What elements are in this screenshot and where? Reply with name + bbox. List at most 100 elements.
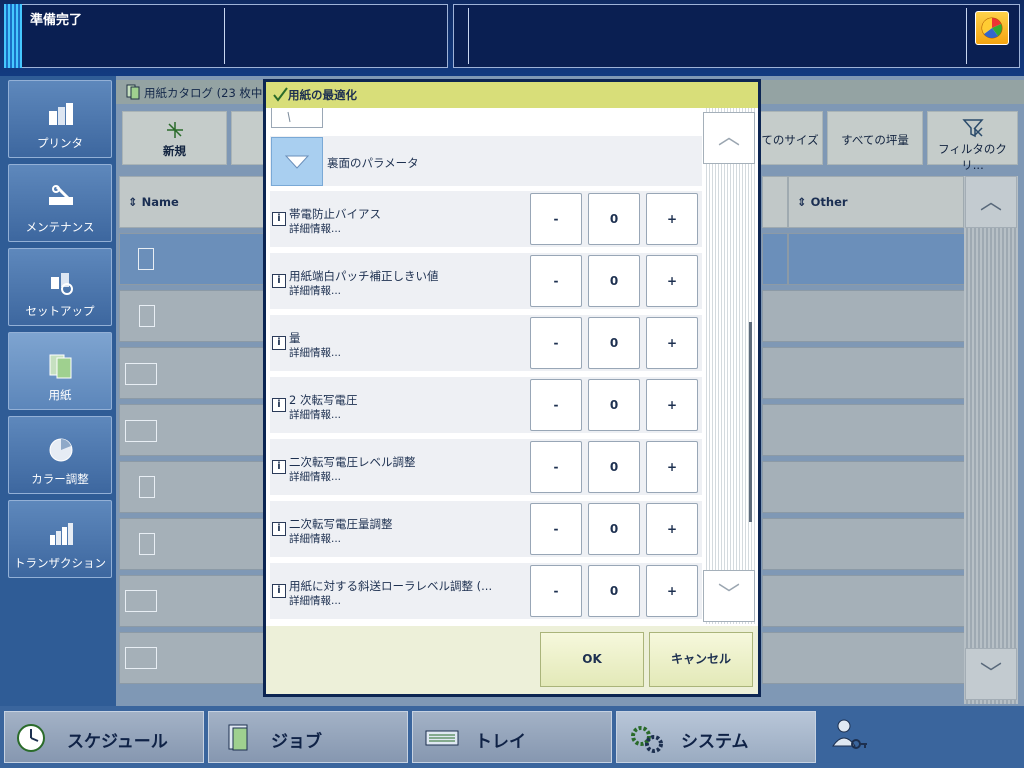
info-icon[interactable]: i (272, 460, 286, 474)
value-field[interactable]: 0 (588, 193, 640, 245)
column-header[interactable] (762, 176, 788, 228)
increment-button[interactable]: + (646, 379, 698, 431)
optimize-check-icon (273, 87, 288, 102)
column-other-label: Other (810, 195, 848, 209)
all-weights-filter[interactable]: すべての坪量 (827, 111, 923, 165)
paper-thumbnail-icon (125, 420, 157, 442)
nav-schedule[interactable]: スケジュール (4, 711, 204, 763)
sidebar-item-printer[interactable]: プリンタ (8, 80, 112, 158)
info-icon[interactable]: i (272, 212, 286, 226)
detail-link[interactable]: 詳細情報... (289, 345, 341, 360)
user-login-button[interactable] (830, 716, 868, 759)
info-icon[interactable]: i (272, 522, 286, 536)
scroll-down-button[interactable]: ﹀ (703, 570, 755, 622)
color-adjust-icon (49, 438, 73, 462)
setting-name: 2 次転写電圧 (289, 393, 358, 407)
nav-tray-label: トレイ (475, 732, 526, 752)
ok-button[interactable]: OK (540, 632, 644, 687)
info-icon[interactable]: i (272, 274, 286, 288)
detail-link[interactable]: 詳細情報... (289, 221, 341, 236)
catalog-scrollbar[interactable] (964, 176, 1018, 704)
filter-clear-icon (961, 119, 984, 138)
increment-button[interactable]: + (646, 503, 698, 555)
detail-link[interactable]: 詳細情報... (289, 407, 341, 422)
status-indicator (4, 4, 22, 68)
new-button-label: 新規 (163, 144, 186, 158)
detail-link[interactable]: 詳細情報... (289, 283, 341, 298)
decrement-button[interactable]: - (530, 193, 582, 245)
clear-filter-button[interactable]: フィルタのクリ... (927, 111, 1018, 172)
color-wheel-icon (981, 17, 1003, 39)
value-field[interactable]: 0 (588, 255, 640, 307)
scroll-thumb[interactable] (749, 322, 752, 522)
detail-link[interactable]: 詳細情報... (289, 531, 341, 546)
column-header-name[interactable]: ⇕ Name (119, 176, 265, 228)
decrement-button[interactable]: - (530, 317, 582, 369)
sidebar-item-label: 用紙 (48, 388, 72, 402)
table-row[interactable] (762, 233, 788, 285)
increment-button[interactable]: + (646, 441, 698, 493)
setting-name: 帯電防止バイアス (289, 207, 381, 221)
decrement-button[interactable]: - (530, 379, 582, 431)
value-field[interactable]: 0 (588, 379, 640, 431)
toolbar-button[interactable] (231, 111, 265, 165)
decrement-button[interactable]: - (530, 565, 582, 617)
paper-icon (49, 354, 72, 379)
new-button[interactable]: 新規 (122, 111, 227, 165)
scroll-up-button[interactable]: ︿ (703, 112, 755, 164)
catalog-scroll-down-button[interactable]: ﹀ (965, 648, 1017, 700)
detail-link[interactable]: 詳細情報... (289, 469, 341, 484)
transaction-icon (50, 523, 73, 545)
maintenance-icon (49, 185, 73, 205)
value-field[interactable]: 0 (588, 317, 640, 369)
paper-thumbnail-icon (125, 590, 157, 612)
catalog-title: 用紙カタログ (23 枚中、 (144, 86, 274, 100)
setting-name: 用紙に対する斜送ローラレベル調整 (... (289, 579, 493, 593)
increment-button[interactable]: + (646, 317, 698, 369)
catalog-icon (126, 84, 140, 100)
decrement-button[interactable]: - (530, 255, 582, 307)
value-field[interactable]: 0 (588, 565, 640, 617)
sidebar-item-maintenance[interactable]: メンテナンス (8, 164, 112, 242)
sidebar-item-setup[interactable]: セットアップ (8, 248, 112, 326)
sidebar-item-transaction[interactable]: トランザクション (8, 500, 112, 578)
setting-name: 二次転写電圧量調整 (289, 517, 393, 531)
sidebar-item-label: トランザクション (14, 556, 106, 570)
decrement-button[interactable]: - (530, 441, 582, 493)
detail-link[interactable]: 詳細情報... (289, 593, 341, 608)
cancel-button[interactable]: キャンセル (649, 632, 753, 687)
value-field[interactable]: 0 (588, 503, 640, 555)
nav-jobs-label: ジョブ (271, 732, 322, 752)
column-header-other[interactable]: ⇕ Other (788, 176, 964, 228)
nav-tray[interactable]: トレイ (412, 711, 612, 763)
decrement-button[interactable]: - (530, 503, 582, 555)
section-collapse-button[interactable] (271, 137, 323, 186)
printer-icon (49, 103, 73, 125)
info-icon[interactable]: i (272, 398, 286, 412)
job-document-icon (228, 724, 248, 751)
increment-button[interactable]: + (646, 255, 698, 307)
collapsed-section-toggle[interactable] (271, 108, 323, 128)
sidebar-item-color-adjust[interactable]: カラー調整 (8, 416, 112, 494)
nav-schedule-label: スケジュール (67, 732, 168, 752)
catalog-scroll-up-button[interactable]: ︿ (965, 176, 1017, 228)
info-icon[interactable]: i (272, 336, 286, 350)
info-icon[interactable]: i (272, 584, 286, 598)
all-sizes-filter[interactable]: てのサイズ (757, 111, 823, 165)
paper-thumbnail-icon (125, 363, 157, 385)
color-cycle-button[interactable] (975, 11, 1009, 45)
increment-button[interactable]: + (646, 565, 698, 617)
divider (468, 8, 469, 64)
nav-jobs[interactable]: ジョブ (208, 711, 408, 763)
paper-thumbnail-icon (139, 305, 155, 327)
value-field[interactable]: 0 (588, 441, 640, 493)
section-label: 裏面のパラメータ (327, 156, 419, 170)
nav-system[interactable]: システム (616, 711, 816, 763)
clear-filter-label: フィルタのクリ... (938, 142, 1007, 172)
sidebar-item-paper[interactable]: 用紙 (8, 332, 112, 410)
increment-button[interactable]: + (646, 193, 698, 245)
nav-system-label: システム (681, 732, 749, 752)
info-panel (453, 4, 1020, 68)
sidebar-item-label: セットアップ (25, 304, 95, 318)
setting-name: 二次転写電圧レベル調整 (289, 455, 416, 469)
